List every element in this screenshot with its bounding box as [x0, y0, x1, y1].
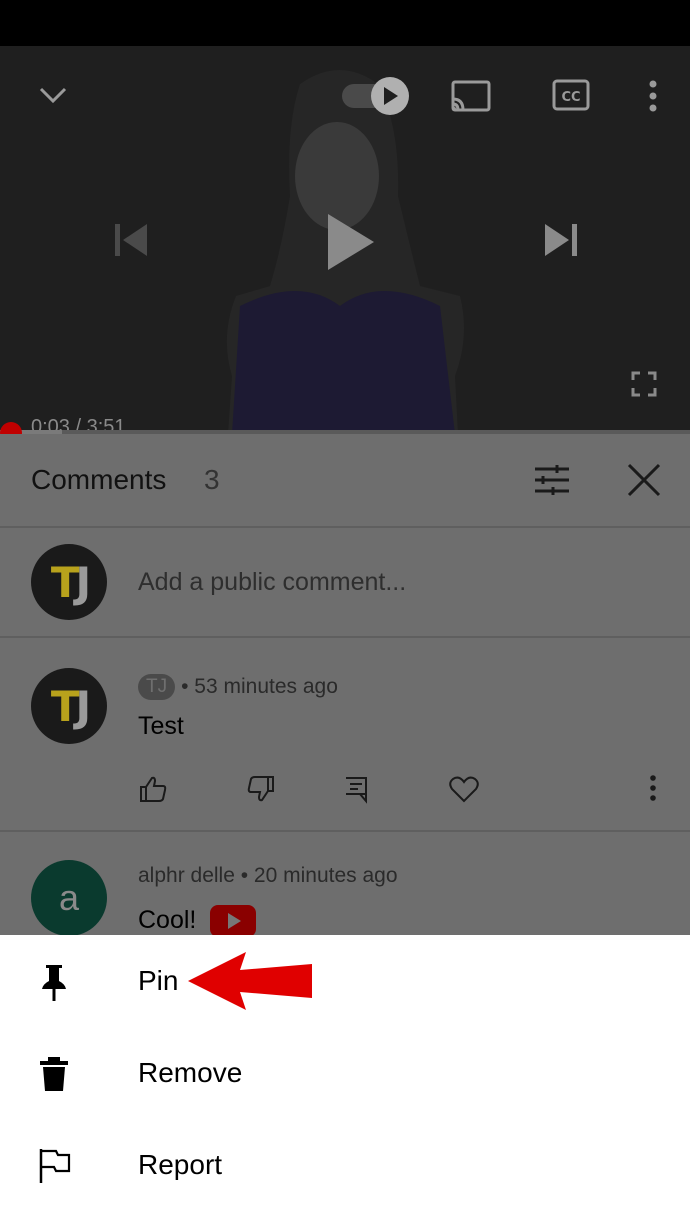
comment-text: Cool! — [138, 906, 197, 934]
like-icon[interactable] — [138, 774, 168, 809]
comment-item: a alphr delle • 20 minutes ago Cool! — [0, 832, 690, 942]
dislike-icon[interactable] — [246, 774, 276, 809]
menu-item-pin[interactable]: Pin — [0, 935, 690, 1027]
comments-panel: Comments 3 TJ Add a public comment... TJ… — [0, 434, 690, 937]
menu-item-label: Remove — [138, 1057, 243, 1088]
comment-time: • 20 minutes ago — [234, 864, 398, 887]
svg-text:CC: CC — [561, 90, 580, 105]
avatar-initial-j: J — [75, 557, 92, 607]
avatar: TJ — [31, 544, 107, 620]
avatar-initials: TJ — [50, 681, 92, 731]
menu-item-label: Pin — [138, 965, 179, 996]
avatar-initials: TJ — [50, 557, 92, 607]
close-icon[interactable] — [624, 460, 664, 500]
comment-text: Test — [138, 712, 184, 740]
sort-filter-icon[interactable] — [532, 462, 572, 498]
autoplay-toggle[interactable] — [340, 76, 412, 116]
captions-icon[interactable]: CC — [552, 79, 590, 111]
comment-more-icon[interactable] — [648, 774, 658, 809]
comment-item: TJ TJ • 53 minutes ago Test — [0, 638, 690, 832]
flag-icon — [39, 1149, 71, 1183]
more-options-icon[interactable] — [642, 76, 664, 116]
annotation-arrow — [188, 952, 312, 1010]
comments-title: Comments — [31, 464, 167, 495]
author-chip[interactable]: TJ — [138, 674, 176, 700]
avatar[interactable]: a — [31, 860, 107, 936]
fullscreen-icon[interactable] — [630, 370, 658, 398]
add-comment-input[interactable]: Add a public comment... — [138, 568, 406, 597]
avatar-initial-t: T — [50, 557, 80, 607]
menu-item-label: Report — [138, 1149, 223, 1180]
add-comment-row[interactable]: TJ Add a public comment... — [0, 528, 690, 638]
heart-icon[interactable] — [448, 774, 480, 809]
comment-meta: TJ • 53 minutes ago — [138, 674, 338, 700]
video-player[interactable]: CC 0:03 / 3:51 — [0, 46, 690, 434]
comments-count: 3 — [204, 464, 220, 495]
menu-item-remove[interactable]: Remove — [0, 1027, 690, 1119]
trash-icon — [40, 1057, 68, 1091]
pin-icon — [42, 965, 66, 1001]
avatar[interactable]: TJ — [31, 668, 107, 744]
comments-header: Comments 3 — [0, 434, 690, 528]
comment-meta: alphr delle • 20 minutes ago — [138, 864, 398, 888]
youtube-emoji-icon — [210, 905, 256, 937]
next-icon[interactable] — [540, 220, 582, 260]
comment-author[interactable]: alphr delle — [138, 864, 235, 888]
minimize-chevron-icon[interactable] — [36, 78, 70, 112]
comment-time: • 53 minutes ago — [181, 675, 338, 698]
previous-icon[interactable] — [110, 220, 152, 260]
cast-icon[interactable] — [449, 79, 491, 113]
avatar-letter: a — [58, 877, 80, 918]
play-icon[interactable] — [322, 212, 378, 272]
comment-action-sheet: Pin Remove Report — [0, 935, 690, 1227]
avatar-initial-j: J — [75, 681, 92, 731]
menu-item-report[interactable]: Report — [0, 1119, 690, 1211]
status-bar — [0, 0, 690, 46]
reply-icon[interactable] — [342, 774, 372, 809]
avatar-initial-t: T — [50, 681, 80, 731]
